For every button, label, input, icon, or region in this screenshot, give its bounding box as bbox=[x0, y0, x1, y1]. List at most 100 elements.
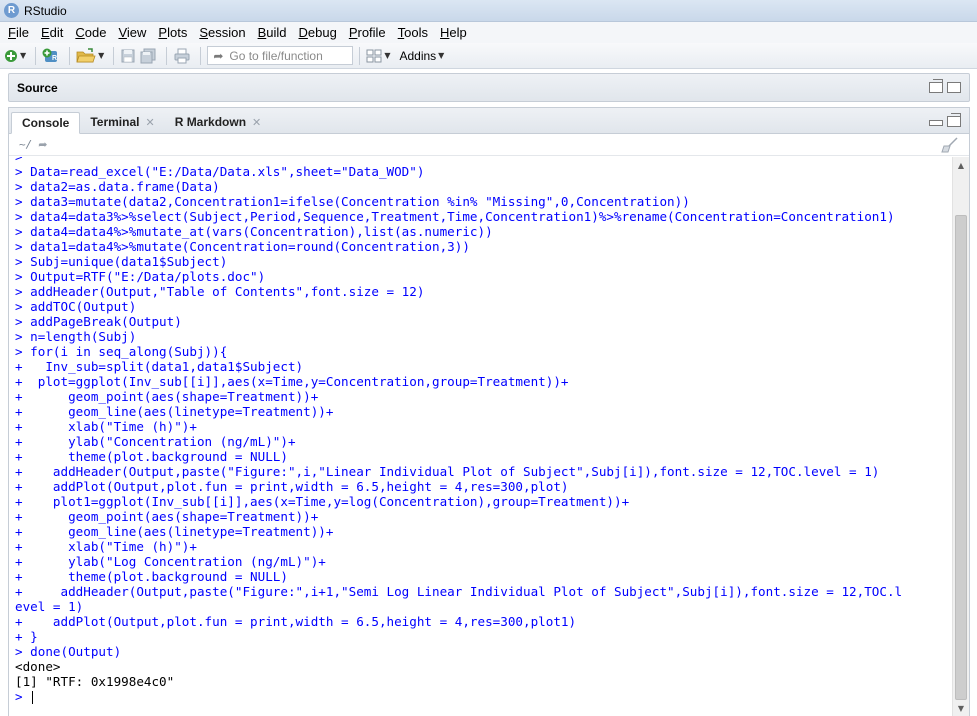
console-output-line: [1] "RTF: 0x1998e4c0" bbox=[15, 674, 953, 689]
console-line-text: + geom_point(aes(shape=Treatment))+ bbox=[15, 509, 319, 524]
console-line-text: [1] "RTF: 0x1998e4c0" bbox=[15, 674, 175, 689]
open-file-button[interactable]: ▼ bbox=[76, 46, 104, 66]
new-file-button[interactable]: ▼ bbox=[4, 46, 26, 66]
menu-item-debug[interactable]: Debug bbox=[293, 25, 343, 40]
console-input-line: > addPageBreak(Output) bbox=[15, 314, 953, 329]
minimize-pane-icon[interactable] bbox=[929, 120, 943, 126]
workspace-panes-button[interactable]: ▼ bbox=[366, 46, 390, 66]
menu-accelerator-key: E bbox=[40, 25, 50, 40]
new-file-icon bbox=[5, 49, 17, 62]
working-directory-bar: ~/ ➦ bbox=[9, 134, 969, 156]
menu-item-edit[interactable]: Edit bbox=[35, 25, 69, 40]
console-line-text: > data1=data4%>%mutate(Concentration=rou… bbox=[15, 239, 470, 254]
new-project-button[interactable]: R bbox=[42, 46, 60, 66]
console-input-line: + addHeader(Output,paste("Figure:",i+1,"… bbox=[15, 584, 953, 599]
console-input-line: > n=length(Subj) bbox=[15, 329, 953, 344]
console-vertical-scrollbar[interactable]: ▲ ▼ bbox=[952, 157, 969, 716]
console-line-text: > Subj=unique(data1$Subject) bbox=[15, 254, 228, 269]
working-directory-path[interactable]: ~/ bbox=[19, 138, 32, 151]
source-pane-controls bbox=[929, 79, 961, 93]
goto-placeholder: Go to file/function bbox=[229, 48, 323, 63]
console-line-text: > data4=data3%>%select(Subject,Period,Se… bbox=[15, 209, 895, 224]
maximize-pane-icon[interactable] bbox=[947, 82, 961, 93]
goto-file-function-input[interactable]: ➦ Go to file/function bbox=[207, 46, 354, 65]
console-line-text: + addPlot(Output,plot.fun = print,width … bbox=[15, 614, 577, 629]
chevron-down-icon: ▼ bbox=[20, 51, 27, 60]
chevron-down-icon: ▼ bbox=[98, 51, 105, 60]
console-output[interactable]: > > Data=read_excel("E:/Data/Data.xls",s… bbox=[9, 157, 953, 716]
tab-r-markdown[interactable]: R Markdown ✕ bbox=[165, 111, 272, 133]
toolbar-divider bbox=[359, 46, 361, 65]
save-all-icon bbox=[140, 48, 156, 63]
console-line-text: + geom_line(aes(linetype=Treatment))+ bbox=[15, 524, 334, 539]
menu-label-rest: ools bbox=[404, 25, 429, 40]
console-line-text: + ylab("Log Concentration (ng/mL)")+ bbox=[15, 554, 326, 569]
chevron-down-icon: ▼ bbox=[438, 51, 445, 60]
console-line-text: > addTOC(Output) bbox=[15, 299, 137, 314]
menu-item-tools[interactable]: Tools bbox=[392, 25, 434, 40]
console-line-text: + theme(plot.background = NULL) bbox=[15, 449, 288, 464]
console-line-text: + } bbox=[15, 629, 38, 644]
console-input-line: > data2=as.data.frame(Data) bbox=[15, 179, 953, 194]
menu-accelerator-key: S bbox=[199, 25, 208, 40]
console-input-line: + xlab("Time (h)")+ bbox=[15, 419, 953, 434]
restore-pane-icon[interactable] bbox=[947, 113, 961, 127]
toolbar-divider bbox=[166, 46, 168, 65]
print-button[interactable] bbox=[173, 46, 191, 66]
console-input-line: + theme(plot.background = NULL) bbox=[15, 449, 953, 464]
console-input-line: > data3=mutate(data2,Concentration1=ifel… bbox=[15, 194, 953, 209]
close-tab-icon[interactable]: ✕ bbox=[252, 116, 261, 129]
console-input-line: + geom_line(aes(linetype=Treatment))+ bbox=[15, 524, 953, 539]
console-input-line: > data4=data3%>%select(Subject,Period,Se… bbox=[15, 209, 953, 224]
console-input-line: + geom_line(aes(linetype=Treatment))+ bbox=[15, 404, 953, 419]
close-tab-icon[interactable]: ✕ bbox=[145, 116, 154, 129]
console-line-text: + xlab("Time (h)")+ bbox=[15, 539, 197, 554]
menu-accelerator-key: B bbox=[257, 25, 267, 40]
console-tabbar: Console Terminal ✕ R Markdown ✕ bbox=[9, 108, 969, 134]
console-line-text: > for(i in seq_along(Subj)){ bbox=[15, 344, 228, 359]
addins-button[interactable]: Addins ▼ bbox=[393, 46, 444, 66]
menu-accelerator-key: V bbox=[118, 25, 127, 40]
menu-item-code[interactable]: Code bbox=[69, 25, 112, 40]
menu-item-plots[interactable]: Plots bbox=[152, 25, 193, 40]
menu-item-profile[interactable]: Profile bbox=[343, 25, 392, 40]
console-line-text: > data4=data4%>%mutate_at(vars(Concentra… bbox=[15, 224, 493, 239]
text-cursor bbox=[32, 691, 34, 704]
save-all-button[interactable] bbox=[139, 46, 157, 66]
menu-label-rest: iew bbox=[126, 25, 147, 40]
console-line-text: > Output=RTF("E:/Data/plots.doc") bbox=[15, 269, 266, 284]
console-input-line: + xlab("Time (h)")+ bbox=[15, 539, 953, 554]
clear-console-broom-icon[interactable] bbox=[941, 137, 959, 153]
menu-item-build[interactable]: Build bbox=[252, 25, 293, 40]
go-to-directory-icon[interactable]: ➦ bbox=[38, 138, 47, 151]
scroll-down-arrow-icon[interactable]: ▼ bbox=[953, 700, 969, 716]
console-input-line: + Inv_sub=split(data1,data1$Subject) bbox=[15, 359, 953, 374]
console-line-text: > done(Output) bbox=[15, 644, 122, 659]
console-pane-controls bbox=[929, 113, 961, 127]
new-project-icon: R bbox=[42, 48, 57, 62]
menu-item-file[interactable]: File bbox=[2, 25, 35, 40]
console-line-text: > Data=read_excel("E:/Data/Data.xls",she… bbox=[15, 164, 425, 179]
menu-label-rest: rofile bbox=[357, 25, 386, 40]
console-prompt: > bbox=[15, 689, 953, 704]
source-pane-title: Source bbox=[17, 80, 58, 95]
tab-console[interactable]: Console bbox=[11, 112, 81, 134]
chevron-down-icon: ▼ bbox=[384, 51, 391, 60]
restore-pane-icon[interactable] bbox=[929, 79, 943, 93]
console-output-line: <done> bbox=[15, 659, 953, 674]
menu-item-help[interactable]: Help bbox=[434, 25, 473, 40]
console-line-text: + addPlot(Output,plot.fun = print,width … bbox=[15, 479, 569, 494]
menu-item-session[interactable]: Session bbox=[193, 25, 251, 40]
menu-accelerator-key: P bbox=[158, 25, 168, 40]
console-line-text: + addHeader(Output,paste("Figure:",i+1,"… bbox=[15, 584, 903, 599]
menu-label-rest: ebug bbox=[307, 25, 337, 40]
console-line-text: <done> bbox=[15, 659, 61, 674]
tab-terminal[interactable]: Terminal ✕ bbox=[80, 111, 164, 133]
scroll-up-arrow-icon[interactable]: ▲ bbox=[953, 157, 969, 174]
menu-accelerator-key: H bbox=[440, 25, 450, 40]
console-line-text: > n=length(Subj) bbox=[15, 329, 137, 344]
console-line-text: + theme(plot.background = NULL) bbox=[15, 569, 288, 584]
menu-item-view[interactable]: View bbox=[112, 25, 152, 40]
save-button[interactable] bbox=[120, 46, 136, 66]
scrollbar-thumb[interactable] bbox=[955, 215, 967, 700]
